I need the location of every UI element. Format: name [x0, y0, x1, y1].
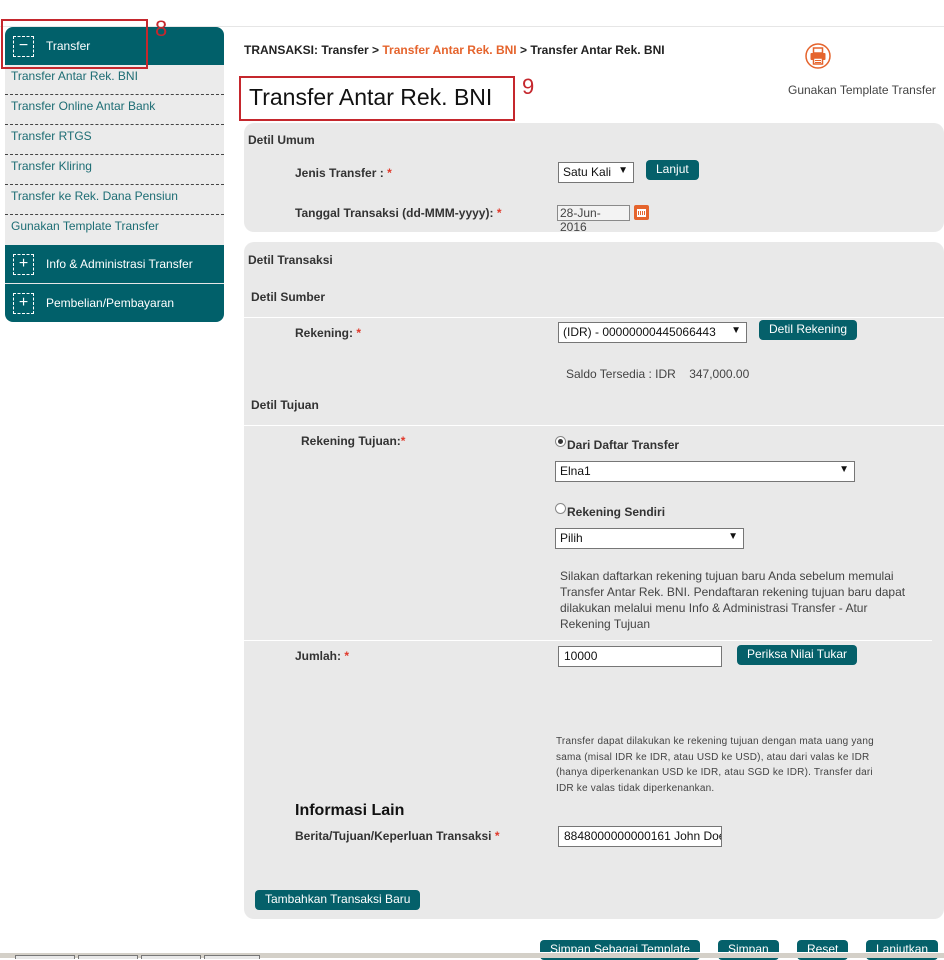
- plus-box-icon[interactable]: +: [13, 253, 34, 275]
- info-line: Rekening Tujuan: [560, 617, 651, 631]
- saldo-label: Saldo Tersedia : IDR: [566, 367, 676, 381]
- info-line: Silakan daftarkan rekening tujuan baru A…: [560, 569, 894, 583]
- rekening-tujuan-label: Rekening Tujuan:*: [301, 434, 406, 448]
- taskbar-item[interactable]: [141, 955, 201, 959]
- rekening-sendiri-select[interactable]: Pilih ▼: [555, 528, 744, 549]
- dropdown-arrow-icon: ▼: [728, 531, 738, 542]
- sidebar-item-gunakan-template[interactable]: Gunakan Template Transfer: [5, 215, 224, 245]
- tanggal-transaksi-label-text: Tanggal Transaksi (dd-MMM-yyyy):: [295, 206, 494, 220]
- berita-input[interactable]: 8848000000000161 John Doe: [558, 826, 722, 847]
- annotation-number-9: 9: [522, 74, 535, 99]
- saldo-value: 347,000.00: [689, 367, 750, 381]
- radio-dari-daftar[interactable]: [555, 436, 566, 447]
- jenis-transfer-value: Satu Kali: [563, 165, 612, 179]
- rekening-tujuan-label-text: Rekening Tujuan:: [301, 434, 401, 448]
- breadcrumb: TRANSAKSI: Transfer > Transfer Antar Rek…: [244, 43, 665, 57]
- gunakan-template-link[interactable]: Gunakan Template Transfer: [788, 83, 936, 97]
- detil-tujuan-title: Detil Tujuan: [251, 398, 319, 412]
- note-line: (hanya diperkenankan USD ke IDR, atau SG…: [556, 767, 873, 778]
- sidebar-section-pembelian-label: Pembelian/Pembayaran: [46, 296, 175, 310]
- breadcrumb-prefix: TRANSAKSI: Transfer >: [244, 43, 380, 57]
- saldo-tersedia: Saldo Tersedia : IDR 347,000.00: [566, 367, 749, 381]
- info-line: Transfer Antar Rek. BNI. Pendaftaran rek…: [560, 585, 906, 599]
- section-divider: [244, 640, 932, 641]
- sidebar-item-dana-pensiun[interactable]: Transfer ke Rek. Dana Pensiun: [5, 185, 224, 215]
- taskbar: [0, 952, 944, 959]
- sidebar-section-pembelian[interactable]: + Pembelian/Pembayaran: [5, 284, 224, 322]
- note-line: Transfer dapat dilakukan ke rekening tuj…: [556, 736, 874, 747]
- lanjut-button[interactable]: Lanjut: [646, 160, 699, 180]
- sidebar-item-transfer-online[interactable]: Transfer Online Antar Bank: [5, 95, 224, 125]
- berita-label: Berita/Tujuan/Keperluan Transaksi *: [295, 829, 500, 843]
- sidebar-item-transfer-rtgs[interactable]: Transfer RTGS: [5, 125, 224, 155]
- tanggal-transaksi-input[interactable]: 28-Jun-2016: [557, 205, 630, 234]
- breadcrumb-current: > Transfer Antar Rek. BNI: [519, 43, 665, 57]
- radio-rekening-sendiri[interactable]: [555, 503, 566, 514]
- jenis-transfer-label: Jenis Transfer : *: [295, 166, 392, 180]
- informasi-lain-title: Informasi Lain: [295, 802, 405, 819]
- daftar-transfer-select[interactable]: Elna1 ▼: [555, 461, 855, 482]
- jenis-transfer-select[interactable]: Satu Kali ▼: [558, 162, 634, 183]
- dropdown-arrow-icon: ▼: [618, 165, 628, 176]
- info-line: dilakukan melalui menu Info & Administra…: [560, 601, 868, 615]
- note-line: IDR ke valas tidak diperkenankan.: [556, 782, 715, 794]
- tanggal-transaksi-label: Tanggal Transaksi (dd-MMM-yyyy): *: [295, 206, 502, 220]
- jenis-transfer-label-text: Jenis Transfer :: [295, 166, 384, 180]
- info-daftar-rekening: Silakan daftarkan rekening tujuan baru A…: [560, 568, 930, 632]
- jumlah-label: Jumlah: *: [295, 649, 350, 663]
- printer-icon[interactable]: [805, 43, 831, 69]
- dropdown-arrow-icon: ▼: [839, 464, 849, 475]
- taskbar-item[interactable]: [78, 955, 138, 959]
- sidebar-section-info-admin-label: Info & Administrasi Transfer: [46, 257, 193, 271]
- detil-transaksi-title: Detil Transaksi: [248, 253, 333, 267]
- detil-umum-title: Detil Umum: [248, 133, 315, 147]
- annotation-box-title: [239, 76, 515, 121]
- tambah-transaksi-button[interactable]: Tambahkan Transaksi Baru: [255, 890, 421, 910]
- section-divider: [244, 425, 944, 426]
- sidebar-item-transfer-kliring[interactable]: Transfer Kliring: [5, 155, 224, 185]
- berita-label-text: Berita/Tujuan/Keperluan Transaksi: [295, 829, 492, 843]
- jumlah-input[interactable]: 10000: [558, 646, 722, 667]
- section-divider: [244, 317, 944, 318]
- plus-box-icon[interactable]: +: [13, 292, 34, 314]
- periksa-nilai-tukar-button[interactable]: Periksa Nilai Tukar: [737, 645, 858, 665]
- sidebar: − Transfer Transfer Antar Rek. BNI Trans…: [5, 27, 224, 322]
- annotation-box-sidebar: [1, 19, 148, 69]
- sidebar-section-info-admin[interactable]: + Info & Administrasi Transfer: [5, 245, 224, 283]
- detil-sumber-title: Detil Sumber: [251, 290, 326, 304]
- sidebar-item-transfer-antar-rek-bni[interactable]: Transfer Antar Rek. BNI: [5, 65, 224, 95]
- jumlah-label-text: Jumlah:: [295, 649, 342, 663]
- calendar-icon[interactable]: [634, 205, 649, 220]
- rekening-select[interactable]: (IDR) - 00000000445066443 ▼: [558, 322, 747, 343]
- note-line: sama (misal IDR ke IDR, atau USD ke USD)…: [556, 751, 870, 763]
- detil-rekening-button[interactable]: Detil Rekening: [759, 320, 858, 340]
- taskbar-item[interactable]: [204, 955, 260, 959]
- rekening-value: (IDR) - 00000000445066443: [563, 325, 716, 339]
- note-valas: Transfer dapat dilakukan ke rekening tuj…: [556, 734, 912, 796]
- rekening-label-text: Rekening:: [295, 326, 354, 340]
- rekening-label: Rekening: *: [295, 326, 362, 340]
- breadcrumb-link[interactable]: Transfer Antar Rek. BNI: [382, 43, 516, 57]
- radio-dari-daftar-label[interactable]: Dari Daftar Transfer: [567, 438, 679, 452]
- annotation-number-8: 8: [155, 16, 168, 41]
- dropdown-arrow-icon: ▼: [731, 325, 741, 336]
- taskbar-item[interactable]: [15, 955, 75, 959]
- sidebar-links: Transfer Antar Rek. BNI Transfer Online …: [5, 65, 224, 245]
- daftar-transfer-value: Elna1: [560, 464, 591, 478]
- radio-rekening-sendiri-label[interactable]: Rekening Sendiri: [567, 505, 665, 519]
- rekening-sendiri-value: Pilih: [560, 531, 583, 545]
